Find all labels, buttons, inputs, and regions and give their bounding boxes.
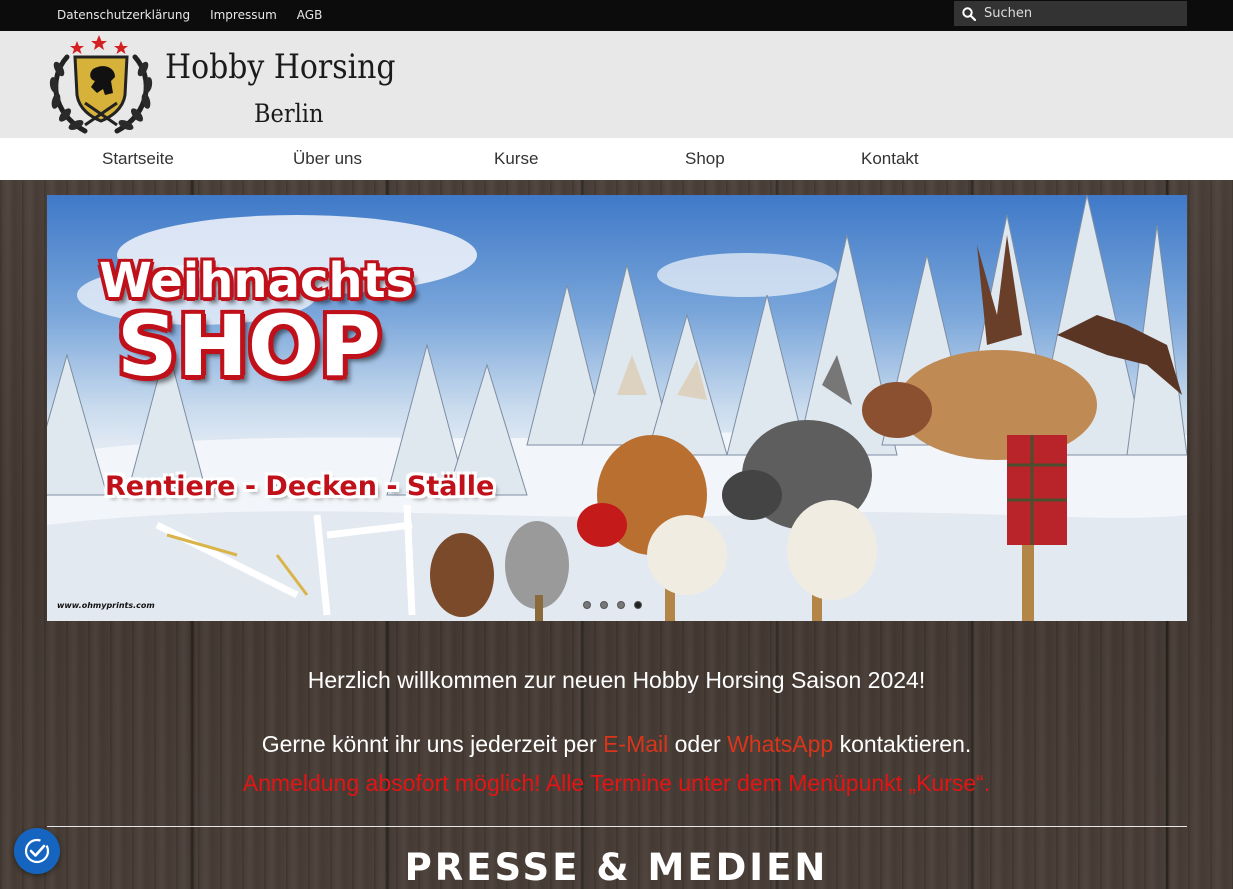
contact-post: kontaktieren. [833, 731, 972, 757]
section-divider [47, 826, 1187, 827]
cookie-consent-button[interactable] [14, 828, 60, 874]
search-input[interactable] [984, 6, 1174, 21]
search-box [954, 1, 1187, 26]
hero-slider[interactable]: Weihnachts SHOP Rentiere - Decken - Stäl… [47, 195, 1187, 621]
contact-pre: Gerne könnt ihr uns jederzeit per [261, 731, 604, 757]
banner-subtitle: Rentiere - Decken - Ställe [105, 471, 495, 502]
cookie-consent-icon [24, 838, 50, 864]
link-impressum[interactable]: Impressum [210, 8, 277, 22]
banner-title-line2: SHOP [117, 297, 381, 395]
horse-crest-logo[interactable] [45, 33, 157, 137]
main-nav: Startseite Über uns Kurse Shop Kontakt [0, 138, 1233, 180]
contact-mid: oder [668, 731, 728, 757]
search-icon[interactable] [954, 6, 984, 21]
slider-dot-active[interactable] [634, 601, 642, 609]
nav-kurse[interactable]: Kurse [494, 149, 538, 169]
welcome-text: Herzlich willkommen zur neuen Hobby Hors… [307, 667, 926, 693]
brand-name: Hobby Horsing [165, 47, 396, 87]
top-bar: Datenschutzerklärung Impressum AGB [0, 0, 1233, 31]
nav-startseite[interactable]: Startseite [102, 149, 174, 169]
slider-dot[interactable] [617, 601, 625, 609]
whatsapp-link[interactable]: WhatsApp [727, 731, 833, 757]
top-links: Datenschutzerklärung Impressum AGB [57, 8, 322, 22]
site-header: Hobby Horsing Berlin [0, 31, 1233, 138]
link-agb[interactable]: AGB [297, 8, 323, 22]
brand-city: Berlin [254, 99, 324, 128]
slider-dot[interactable] [600, 601, 608, 609]
section-heading: PRESSE & MEDIEN [404, 846, 829, 889]
registration-notice: Anmeldung absofort möglich! Alle Termine… [242, 770, 991, 796]
banner-watermark: www.ohmyprints.com [57, 601, 155, 610]
link-datenschutz[interactable]: Datenschutzerklärung [57, 8, 190, 22]
nav-kontakt[interactable]: Kontakt [861, 149, 919, 169]
nav-shop[interactable]: Shop [685, 149, 725, 169]
email-link[interactable]: E-Mail [603, 731, 668, 757]
slider-pagination [583, 601, 642, 609]
contact-line: Gerne könnt ihr uns jederzeit per E-Mail… [0, 731, 1233, 758]
nav-ueber-uns[interactable]: Über uns [293, 149, 362, 169]
slider-dot[interactable] [583, 601, 591, 609]
